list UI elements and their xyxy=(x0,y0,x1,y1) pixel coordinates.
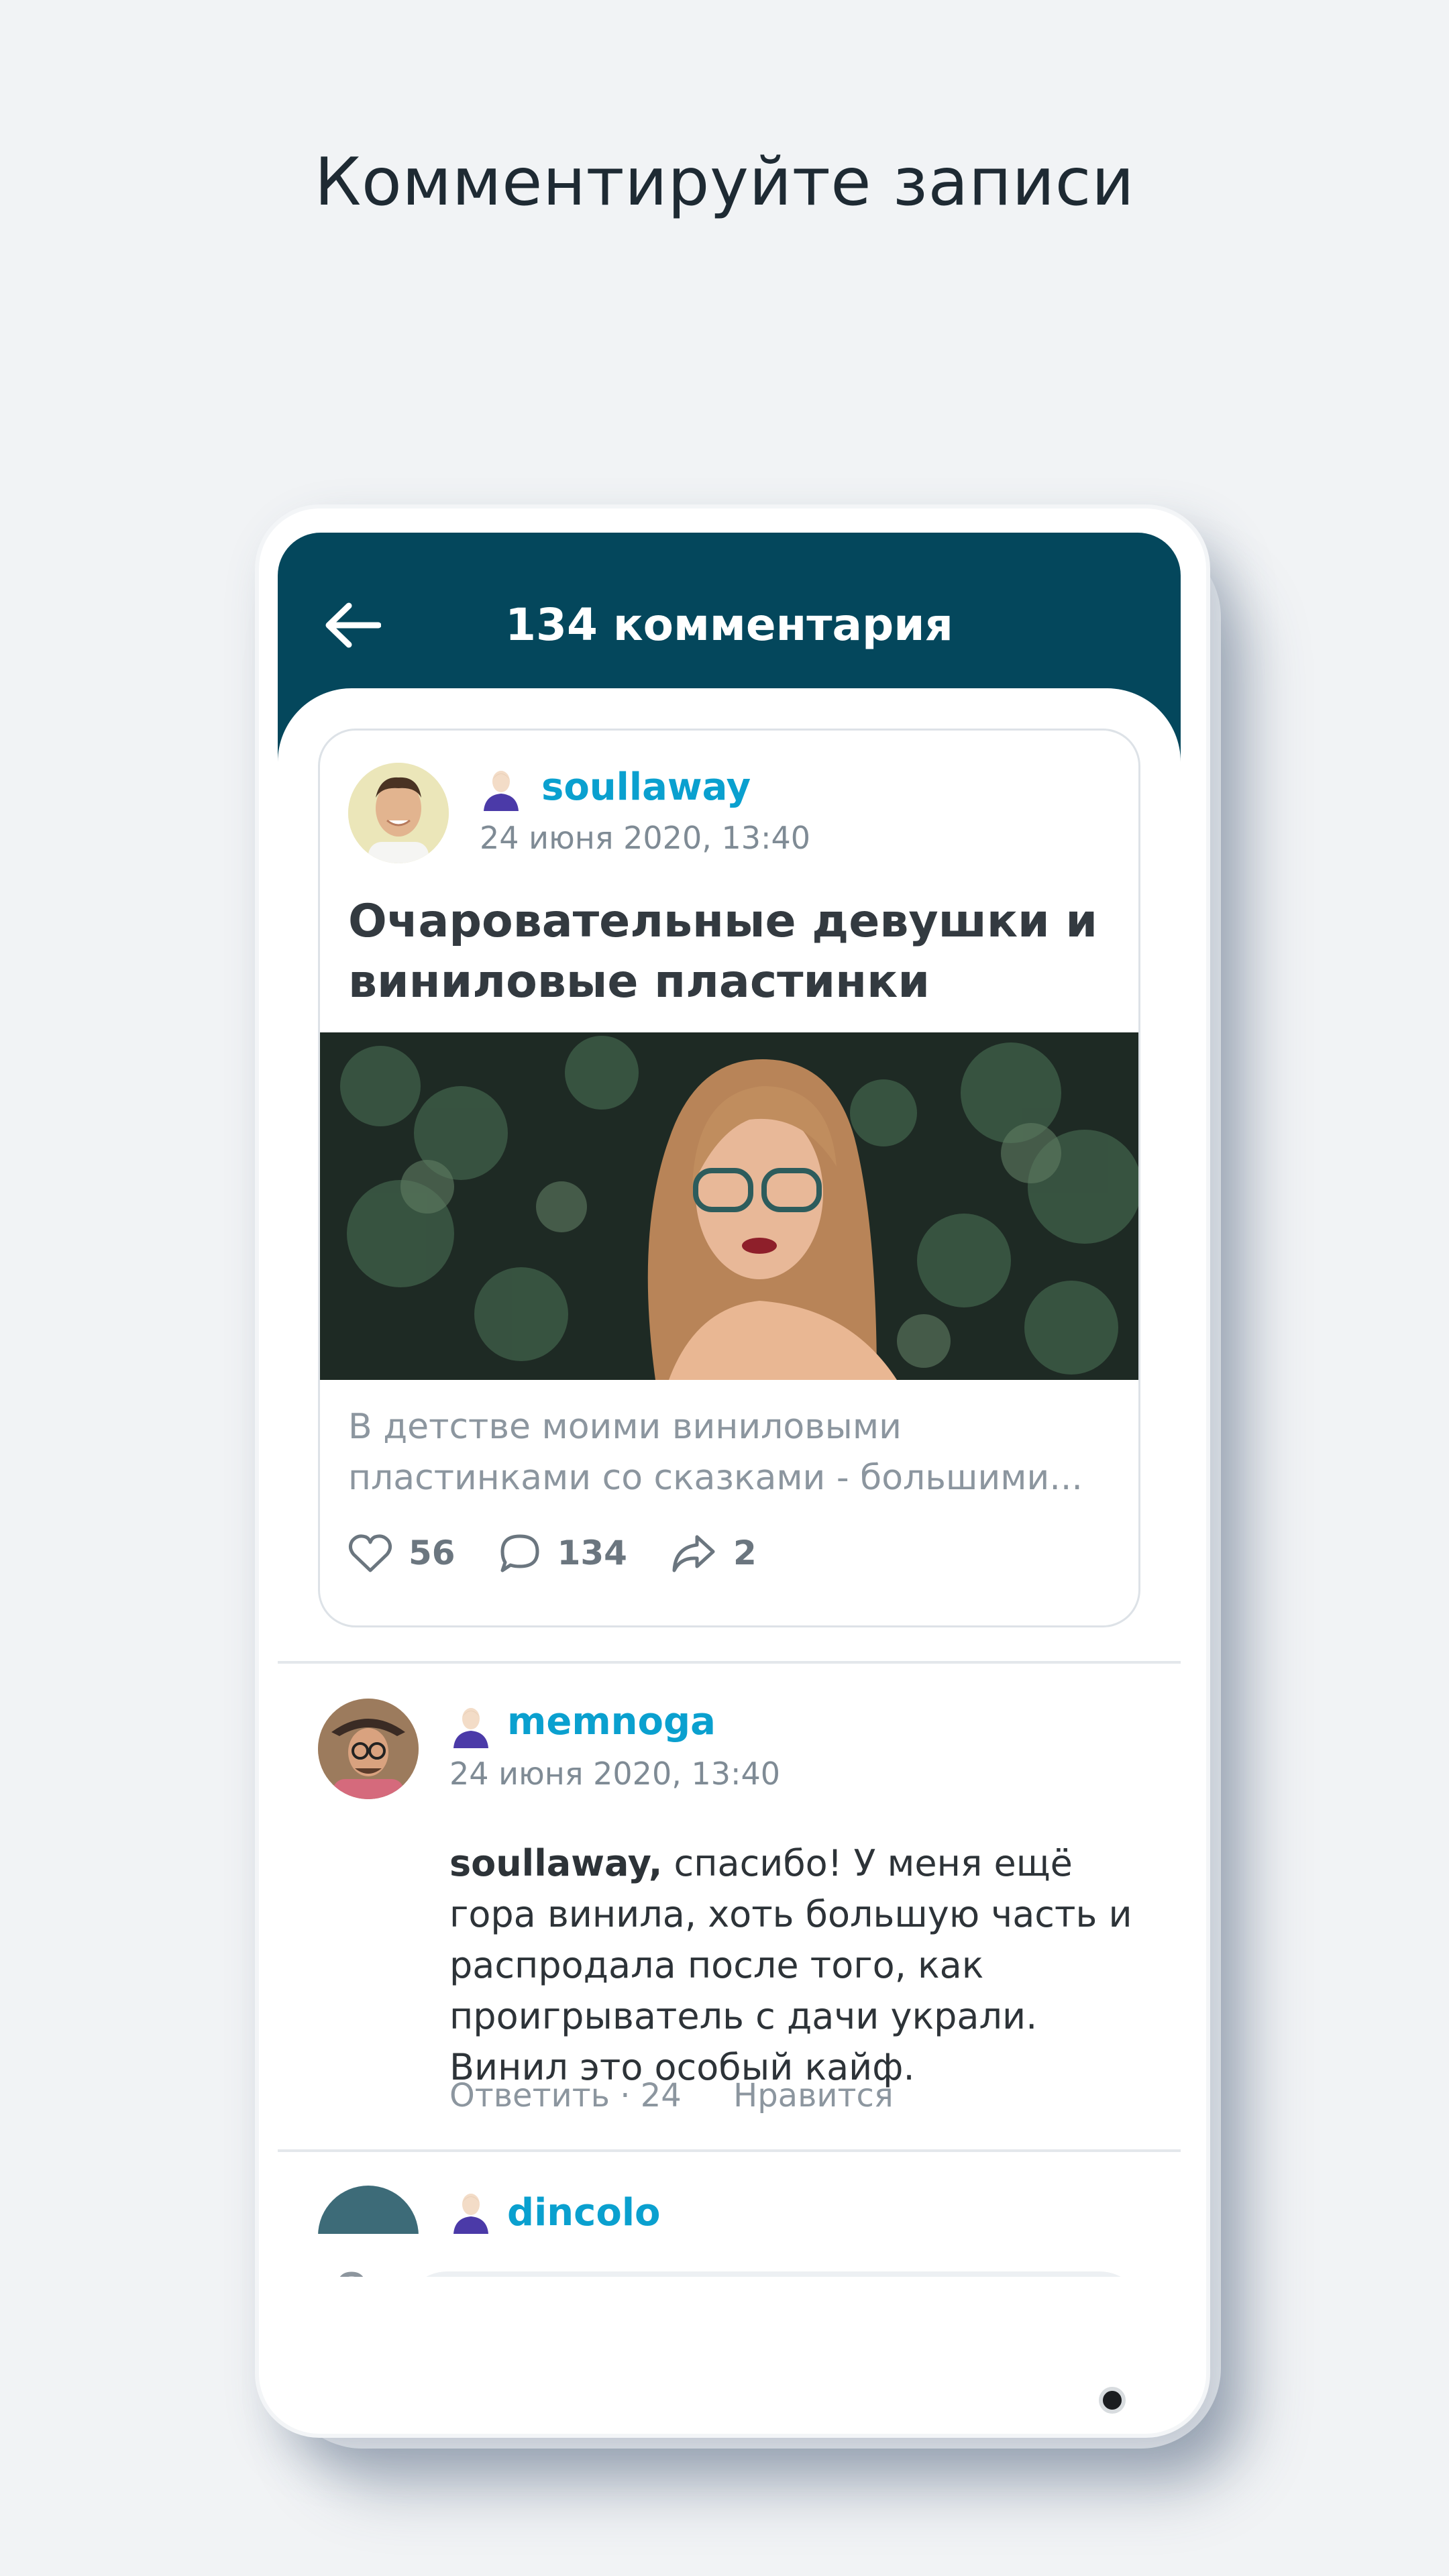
comment-mention[interactable]: soullaway, xyxy=(449,1842,662,1884)
author-username[interactable]: soullaway xyxy=(541,765,751,810)
post-actions: 56 134 2 xyxy=(348,1526,800,1580)
avatar[interactable] xyxy=(318,1699,419,1799)
post-date: 24 июня 2020, 13:40 xyxy=(480,820,811,856)
paperclip-icon xyxy=(339,2271,364,2277)
likes-count: 56 xyxy=(409,1534,455,1572)
post-photo xyxy=(320,1032,1138,1380)
comments-feed[interactable]: soullaway 24 июня 2020, 13:40 Очаровател… xyxy=(278,688,1181,2277)
comment-composer xyxy=(278,2234,1181,2277)
person-portrait-icon xyxy=(318,1699,419,1799)
comment-author-username[interactable]: memnoga xyxy=(507,1700,716,1744)
reply-button[interactable]: Ответить · 24 xyxy=(449,2077,682,2114)
page-headline: Комментируйте записи xyxy=(314,144,1135,221)
user-badge-icon xyxy=(453,2194,488,2234)
shares-count: 2 xyxy=(733,1534,757,1572)
heart-icon xyxy=(348,1534,392,1572)
divider xyxy=(278,1661,1181,1664)
post-card[interactable]: soullaway 24 июня 2020, 13:40 Очаровател… xyxy=(318,729,1140,1627)
user-badge-icon xyxy=(484,771,519,811)
person-portrait-icon xyxy=(348,763,449,863)
app-screen: 134 комментария soullaway 24 июня 2020, … xyxy=(278,533,1181,2277)
comment-button[interactable]: 134 xyxy=(498,1533,627,1573)
comment-input[interactable] xyxy=(433,2271,1040,2277)
post-image[interactable] xyxy=(320,1032,1138,1380)
comment-text: soullaway, спасибо! У меня ещё гора вини… xyxy=(449,1838,1161,2093)
comments-count: 134 xyxy=(557,1534,627,1572)
page-title: 134 комментария xyxy=(505,599,953,651)
share-arrow-icon xyxy=(672,1535,715,1572)
comment-date: 24 июня 2020, 13:40 xyxy=(449,1756,781,1792)
comment-author-username[interactable]: dincolo xyxy=(507,2191,660,2235)
divider xyxy=(278,2149,1181,2152)
attach-button[interactable] xyxy=(325,2267,385,2277)
post-title[interactable]: Очаровательные девушки и виниловые пласт… xyxy=(348,892,1113,1012)
phone-frame: 134 комментария soullaway 24 июня 2020, … xyxy=(255,504,1210,2438)
comment-bubble-icon xyxy=(500,1534,539,1572)
like-button[interactable]: 56 xyxy=(348,1533,455,1573)
like-comment-button[interactable]: Нравится xyxy=(733,2077,894,2114)
front-camera xyxy=(1099,2387,1126,2414)
avatar[interactable] xyxy=(348,763,449,863)
comment-input-container xyxy=(402,2271,1144,2277)
user-badge-icon xyxy=(453,1708,488,1748)
post-excerpt: В детстве моими виниловыми пластинками с… xyxy=(348,1407,1083,1498)
share-button[interactable]: 2 xyxy=(670,1533,757,1573)
comment-actions: Ответить · 24 Нравится xyxy=(449,2077,894,2114)
